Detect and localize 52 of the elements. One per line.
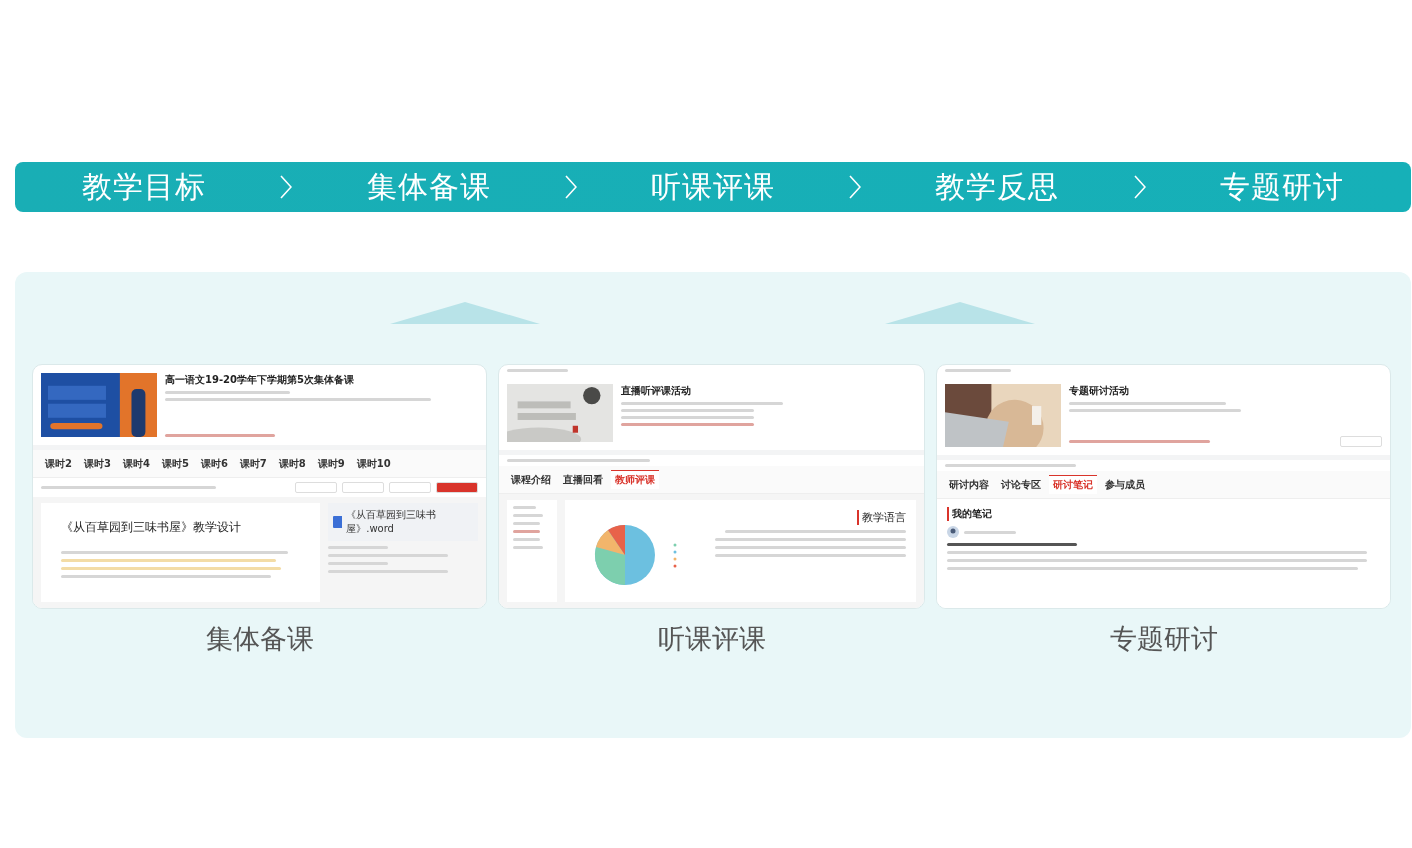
submit-button[interactable] — [436, 482, 478, 493]
step-label: 教学目标 — [82, 167, 207, 206]
text-line — [513, 538, 540, 541]
step-label: 听课评课 — [651, 167, 775, 206]
tab[interactable]: 课时3 — [79, 454, 115, 473]
card-caption: 听课评课 — [657, 622, 766, 656]
card-title: 高一语文19-20学年下学期第5次集体备课 — [165, 373, 355, 387]
tab[interactable]: 课时9 — [313, 454, 349, 473]
avatar-icon — [947, 526, 959, 538]
step-label: 集体备课 — [366, 167, 491, 206]
tab[interactable]: 课时10 — [352, 454, 395, 473]
step-label: 专题研讨 — [1219, 167, 1344, 206]
section-heading: 教学语言 — [857, 510, 906, 525]
document-title: 《从百草园到三味书屋》教学设计 — [61, 519, 242, 536]
chevron-right-icon — [849, 175, 862, 199]
toolbar-button[interactable] — [295, 482, 337, 493]
tab[interactable]: 研讨内容 — [945, 475, 993, 494]
text-line — [513, 506, 536, 509]
section-heading: 我的笔记 — [947, 507, 1380, 521]
tab[interactable]: 课时7 — [235, 454, 271, 473]
file-card[interactable]: 《从百草园到三味书屋》.word — [328, 503, 478, 541]
chevron-right-icon — [564, 175, 577, 199]
document-icon — [333, 516, 343, 528]
card-title: 直播听评课活动 — [621, 384, 692, 398]
tab[interactable]: 课时8 — [274, 454, 310, 473]
tab[interactable]: 研讨笔记 — [1049, 475, 1097, 494]
chevron-right-icon — [1133, 175, 1146, 199]
text-line — [513, 522, 540, 525]
tab[interactable]: 参与成员 — [1101, 475, 1149, 494]
file-name: 《从百草园到三味书屋》.word — [346, 508, 438, 536]
text-line — [513, 546, 544, 549]
text-line — [513, 514, 544, 517]
card-title: 专题研讨活动 — [1069, 384, 1130, 398]
text-line — [513, 530, 540, 533]
tab[interactable]: 讨论专区 — [997, 475, 1045, 494]
tab[interactable]: 课时5 — [157, 454, 193, 473]
step-label: 教学反思 — [935, 167, 1060, 206]
tab[interactable]: 课时6 — [196, 454, 232, 473]
card-caption: 专题研讨 — [1109, 622, 1218, 656]
tab[interactable]: 课程介绍 — [507, 470, 555, 489]
toolbar-button[interactable] — [342, 482, 384, 493]
action-button[interactable] — [1340, 436, 1382, 447]
tab[interactable]: 直播回看 — [559, 470, 607, 489]
text-line — [945, 369, 1011, 372]
card-caption: 集体备课 — [205, 622, 314, 656]
tab[interactable]: 课时2 — [41, 454, 76, 473]
chevron-right-icon — [280, 175, 293, 199]
text-line — [964, 530, 1016, 534]
toolbar-button[interactable] — [389, 482, 431, 493]
tab[interactable]: 课时4 — [118, 454, 154, 473]
text-line — [507, 369, 569, 372]
tab[interactable]: 教师评课 — [611, 470, 659, 489]
